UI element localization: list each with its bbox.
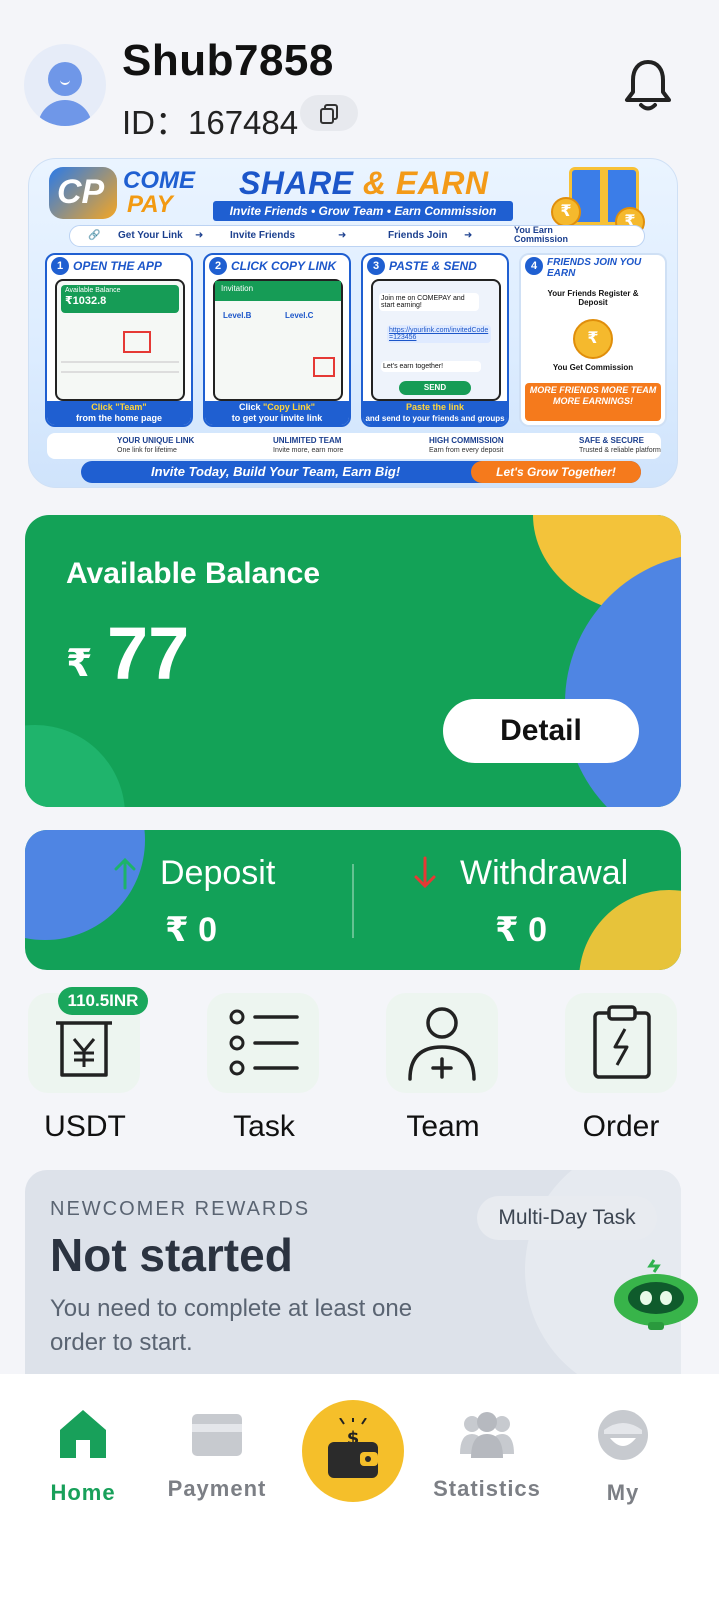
clipboard-icon bbox=[593, 1005, 651, 1079]
multi-day-task-tag[interactable]: Multi-Day Task bbox=[477, 1196, 657, 1240]
balance-card: Available Balance ₹ 77 Detail bbox=[25, 515, 681, 807]
step-card-3: 3 PASTE & SEND Join me on COMEPAY and sta… bbox=[361, 253, 509, 427]
profile-icon bbox=[598, 1410, 648, 1460]
withdrawal-value: ₹ 0 bbox=[495, 911, 548, 949]
promo-banner[interactable]: CP COME PAY SHARE & EARN Invite Friends … bbox=[28, 158, 678, 488]
username: Shub7858 bbox=[122, 36, 334, 85]
currency-symbol: ₹ bbox=[66, 643, 93, 685]
arrow-up-icon bbox=[114, 857, 136, 890]
avatar[interactable] bbox=[24, 44, 106, 126]
step-card-2: 2 CLICK COPY LINK Invitation Level.B Leve… bbox=[203, 253, 351, 427]
nav-my[interactable]: My bbox=[558, 1408, 688, 1518]
nav-payment[interactable]: Payment bbox=[152, 1408, 282, 1518]
user-id: ID：167484 bbox=[122, 104, 299, 141]
comepay-logo: CP bbox=[49, 167, 117, 219]
team-label: Team bbox=[406, 1110, 480, 1143]
deposit-label[interactable]: Deposit bbox=[160, 854, 275, 893]
home-icon bbox=[60, 1410, 106, 1458]
flow-bar: 🔗 Get Your Link ➜ Invite Friends ➜ Frien… bbox=[69, 225, 645, 247]
brand-name: COME PAY bbox=[123, 167, 195, 218]
bottom-nav: Home Payment $ Statistics My bbox=[0, 1374, 719, 1600]
detail-button[interactable]: Detail bbox=[443, 699, 639, 763]
features-strip: YOUR UNIQUE LINK One link for lifetime UN… bbox=[47, 433, 661, 459]
add-user-icon bbox=[408, 1007, 476, 1081]
step-card-1: 1 OPEN THE APP Available Balance ₹1032.8 … bbox=[45, 253, 193, 427]
wallet-button[interactable]: $ bbox=[302, 1400, 404, 1502]
banner-subtitle: Invite Friends • Grow Team • Earn Commis… bbox=[213, 201, 513, 221]
order-button[interactable] bbox=[565, 993, 677, 1093]
group-icon bbox=[460, 1412, 514, 1458]
newcomer-status: Not started bbox=[50, 1229, 293, 1281]
banner-title: SHARE & EARN bbox=[239, 165, 489, 201]
coin-icon: ₹ bbox=[551, 197, 581, 227]
task-label: Task bbox=[233, 1110, 295, 1143]
copy-id-button[interactable] bbox=[300, 95, 358, 131]
wallet-icon: $ bbox=[328, 1418, 378, 1478]
usdt-label: USDT bbox=[44, 1110, 126, 1143]
deposit-value: ₹ 0 bbox=[165, 911, 218, 949]
deposit-withdrawal-card: Deposit ₹ 0 Withdrawal ₹ 0 bbox=[25, 830, 681, 970]
team-button[interactable] bbox=[386, 993, 498, 1093]
balance-amount: 77 bbox=[107, 612, 190, 695]
header: Shub7858 ID：167484 bbox=[0, 0, 719, 150]
list-icon bbox=[229, 1009, 299, 1076]
step-card-4: 4 FRIENDS JOIN YOU EARN Your Friends Regi… bbox=[519, 253, 667, 427]
withdrawal-label[interactable]: Withdrawal bbox=[460, 854, 628, 893]
newcomer-description: You need to complete at least one order … bbox=[50, 1295, 413, 1356]
balance-label: Available Balance bbox=[66, 557, 321, 590]
banner-footer: Invite Today, Build Your Team, Earn Big!… bbox=[81, 461, 641, 483]
card-icon bbox=[192, 1414, 242, 1456]
robot-assistant-icon[interactable] bbox=[610, 1258, 702, 1330]
newcomer-rewards-card[interactable]: NEWCOMER REWARDS Not started You need to… bbox=[25, 1170, 681, 1390]
order-label: Order bbox=[582, 1110, 660, 1143]
arrow-down-icon bbox=[414, 856, 436, 889]
nav-statistics[interactable]: Statistics bbox=[422, 1408, 552, 1518]
link-icon: 🔗 bbox=[88, 230, 101, 241]
newcomer-kicker: NEWCOMER REWARDS bbox=[50, 1198, 311, 1220]
nav-home[interactable]: Home bbox=[18, 1408, 148, 1518]
bell-icon[interactable] bbox=[622, 58, 674, 114]
task-button[interactable] bbox=[207, 993, 319, 1093]
usdt-bonus-badge: 110.5INR bbox=[58, 987, 148, 1015]
